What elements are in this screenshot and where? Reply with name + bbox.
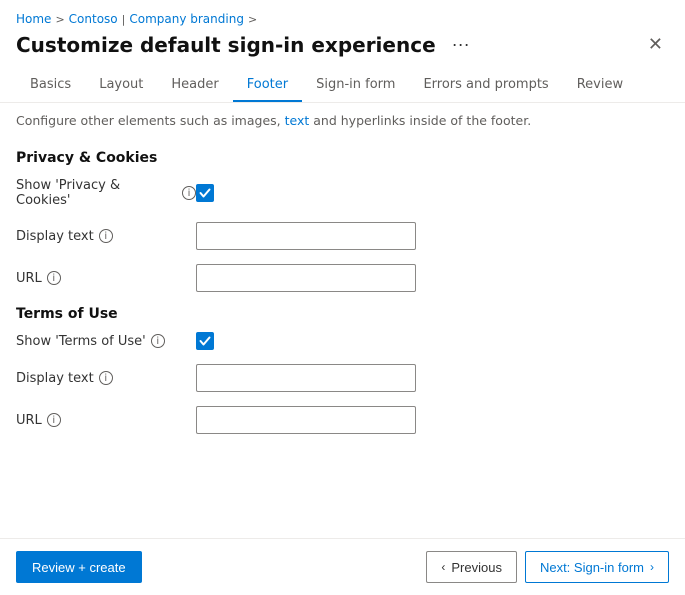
privacy-display-text-input[interactable] (196, 222, 416, 250)
terms-display-text-input[interactable] (196, 364, 416, 392)
more-options-button[interactable]: ··· (446, 32, 476, 57)
terms-display-text-label: Display text i (16, 371, 196, 386)
breadcrumb-sep1: > (55, 13, 64, 26)
terms-url-label: URL i (16, 413, 196, 428)
tab-basics[interactable]: Basics (16, 69, 85, 102)
breadcrumb-sep3: > (248, 13, 257, 26)
privacy-show-checkbox-wrapper[interactable] (196, 184, 214, 202)
previous-arrow-icon: ‹ (441, 560, 445, 574)
terms-show-info-icon: i (151, 334, 165, 348)
privacy-show-checkbox[interactable] (196, 184, 214, 202)
privacy-show-label: Show 'Privacy & Cookies' i (16, 178, 196, 208)
privacy-display-text-info-icon: i (99, 229, 113, 243)
title-left: Customize default sign-in experience ··· (16, 32, 476, 57)
footer-bar: Review + create ‹ Previous Next: Sign-in… (0, 538, 685, 595)
close-button[interactable]: ✕ (642, 32, 669, 57)
tab-signin-form[interactable]: Sign-in form (302, 69, 409, 102)
terms-show-checkbox-wrapper[interactable] (196, 332, 214, 350)
privacy-url-info-icon: i (47, 271, 61, 285)
privacy-display-text-label: Display text i (16, 229, 196, 244)
review-create-button[interactable]: Review + create (16, 551, 142, 583)
breadcrumb-sep2: | (122, 13, 126, 26)
previous-button[interactable]: ‹ Previous (426, 551, 517, 583)
breadcrumb: Home > Contoso | Company branding > (0, 0, 685, 30)
tab-bar: Basics Layout Header Footer Sign-in form… (0, 69, 685, 103)
description-text-link[interactable]: text (285, 113, 310, 128)
terms-url-input[interactable] (196, 406, 416, 434)
tab-footer[interactable]: Footer (233, 69, 302, 102)
checkmark-icon (199, 187, 211, 199)
customize-panel: Home > Contoso | Company branding > Cust… (0, 0, 685, 595)
terms-url-row: URL i (16, 406, 669, 434)
next-arrow-icon: › (650, 560, 654, 574)
terms-section-title: Terms of Use (16, 306, 669, 322)
privacy-url-input[interactable] (196, 264, 416, 292)
terms-url-info-icon: i (47, 413, 61, 427)
privacy-section-title: Privacy & Cookies (16, 150, 669, 166)
privacy-show-info-icon: i (182, 186, 196, 200)
privacy-display-text-row: Display text i (16, 222, 669, 250)
terms-show-label: Show 'Terms of Use' i (16, 334, 196, 349)
privacy-url-row: URL i (16, 264, 669, 292)
next-button[interactable]: Next: Sign-in form › (525, 551, 669, 583)
description-text: Configure other elements such as images,… (0, 103, 685, 134)
terms-show-row: Show 'Terms of Use' i (16, 332, 669, 350)
main-content: Privacy & Cookies Show 'Privacy & Cookie… (0, 134, 685, 538)
checkmark-icon-terms (199, 335, 211, 347)
terms-display-text-row: Display text i (16, 364, 669, 392)
page-title: Customize default sign-in experience (16, 33, 436, 57)
breadcrumb-contoso[interactable]: Contoso (69, 12, 118, 26)
title-row: Customize default sign-in experience ···… (0, 30, 685, 69)
breadcrumb-section[interactable]: Company branding (129, 12, 244, 26)
tab-layout[interactable]: Layout (85, 69, 157, 102)
tab-review[interactable]: Review (563, 69, 637, 102)
tab-errors-prompts[interactable]: Errors and prompts (409, 69, 562, 102)
terms-display-text-info-icon: i (99, 371, 113, 385)
tab-header[interactable]: Header (157, 69, 232, 102)
breadcrumb-home[interactable]: Home (16, 12, 51, 26)
terms-show-checkbox[interactable] (196, 332, 214, 350)
privacy-url-label: URL i (16, 271, 196, 286)
privacy-show-row: Show 'Privacy & Cookies' i (16, 178, 669, 208)
